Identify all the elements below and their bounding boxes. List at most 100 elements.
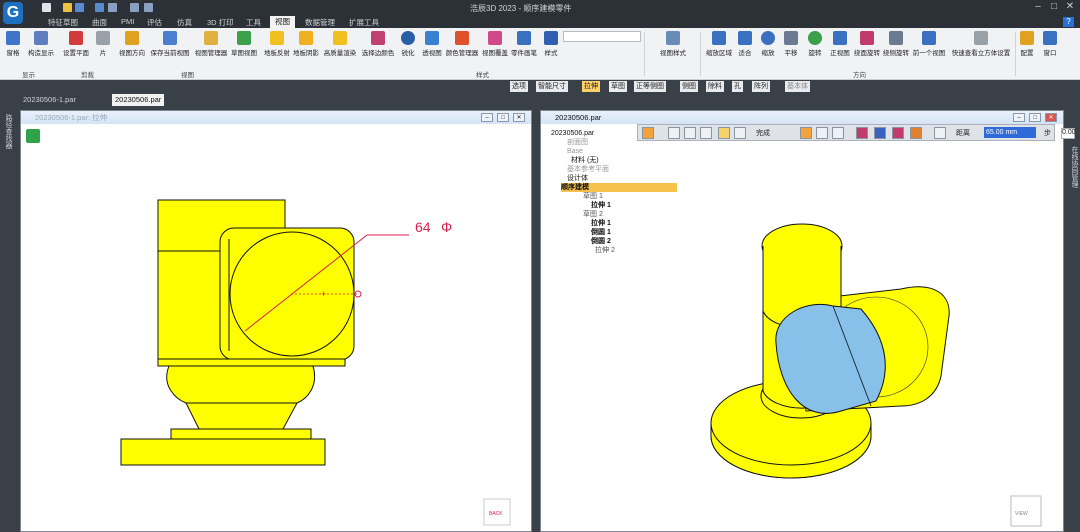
view-orientation-button[interactable]: 视图方向 (118, 31, 146, 57)
command-extrude[interactable]: 拉伸 (582, 81, 600, 92)
save-icon[interactable] (75, 3, 84, 12)
rotate-about-face-label: 绕面旋转 (854, 50, 880, 57)
help-icon[interactable]: ? (1063, 17, 1074, 27)
print-icon[interactable] (108, 3, 117, 12)
ribbon-separator (1015, 32, 1016, 76)
app-window: G 浩辰3D 2023 - 顺序建模零件 – □ ✕ 特征草图 曲面 PMI 评… (0, 0, 1080, 532)
tab-simulation[interactable]: 仿真 (177, 17, 192, 28)
tab-pmi[interactable]: PMI (121, 17, 134, 26)
dimension-value[interactable]: 64 (415, 219, 431, 235)
high-quality-render-button[interactable]: 高质量渲染 (322, 31, 358, 57)
fit-button[interactable]: 适合 (736, 31, 754, 57)
view-override-button[interactable]: 视图覆盖 (481, 31, 509, 57)
tab-3d-print[interactable]: 3D 打印 (207, 17, 234, 28)
tab-tools[interactable]: 工具 (246, 17, 261, 28)
doc-tab-20230506[interactable]: 20230506.par (112, 94, 165, 106)
undo-icon[interactable] (130, 3, 139, 12)
ribbon-separator (700, 32, 701, 76)
rotate-about-side-label: 绕侧旋转 (883, 50, 909, 57)
command-cut[interactable]: 除料 (706, 81, 724, 92)
view-manager-button[interactable]: 视图管理器 (194, 31, 228, 57)
zoom-button[interactable]: 缩放 (759, 31, 777, 57)
view-style-button[interactable]: 视图样式 (656, 31, 690, 57)
view-manager-icon (204, 31, 218, 45)
redo-icon[interactable] (144, 3, 153, 12)
perspective-button[interactable]: 透视图 (420, 31, 444, 57)
isometric-view-drawing[interactable]: VIEW (541, 111, 1065, 532)
group-label-orientation: 方向 (853, 72, 866, 79)
command-primitive[interactable]: 基本体 (785, 81, 810, 92)
diameter-symbol: Φ (441, 219, 452, 235)
view-override-label: 视图覆盖 (482, 50, 508, 57)
floor-reflection-label: 地板反射 (264, 50, 290, 57)
right-document-window[interactable]: 20230506.par – □ ✕ 完成 距离 65.00 mm 步 0.00 (540, 110, 1076, 532)
construction-display-button[interactable]: 构造显示 (25, 31, 57, 57)
left-document-window[interactable]: 20230506-1.par: 拉伸 – □ ✕ + 64 Φ BACK (20, 110, 532, 532)
command-smart-dimension[interactable]: 智能尺寸 (536, 81, 568, 92)
view-cube-settings-button[interactable]: 快速查看立方体设置 (948, 31, 1014, 57)
save-as-icon[interactable] (95, 3, 104, 12)
sketch-view-button[interactable]: 草图视图 (229, 31, 259, 57)
maximize-icon[interactable]: □ (1048, 1, 1060, 13)
new-file-icon[interactable] (42, 3, 51, 12)
sheet-icon (96, 31, 110, 45)
close-icon[interactable]: ✕ (1064, 1, 1076, 13)
window-button[interactable]: 窗口 (1041, 31, 1059, 57)
part-painter-button[interactable]: 零件画笔 (510, 31, 538, 57)
rotate-about-side-button[interactable]: 绕侧旋转 (882, 31, 910, 57)
command-side-view[interactable]: 侧图 (680, 81, 698, 92)
tab-feature-sketch[interactable]: 特征草图 (48, 17, 78, 28)
previous-view-button[interactable]: 前一个视图 (912, 31, 946, 57)
tab-surface[interactable]: 曲面 (92, 17, 107, 28)
sharpen-button[interactable]: 锐化 (398, 31, 418, 57)
tab-extended-tools[interactable]: 扩展工具 (349, 17, 379, 28)
front-view-icon (833, 31, 847, 45)
front-view-drawing[interactable]: + 64 Φ BACK (21, 111, 533, 532)
command-pattern[interactable]: 阵列 (752, 81, 770, 92)
set-plane-button[interactable]: 设置平面 (60, 31, 92, 57)
pane-button[interactable]: 窗格 (2, 31, 24, 57)
zoom-area-icon (712, 31, 726, 45)
style-button[interactable]: 样式 (541, 31, 561, 57)
front-view-button[interactable]: 正视图 (828, 31, 852, 57)
tab-view[interactable]: 视图 (270, 16, 295, 28)
configuration-button[interactable]: 配置 (1018, 31, 1036, 57)
save-view-label: 保存当前视图 (150, 50, 190, 57)
color-manager-button[interactable]: 颜色管理器 (445, 31, 479, 57)
command-hole[interactable]: 孔 (732, 81, 743, 92)
fit-icon (738, 31, 752, 45)
sharpen-label: 锐化 (401, 50, 415, 57)
sheet-button[interactable]: 片 (94, 31, 112, 57)
pan-button[interactable]: 平移 (782, 31, 800, 57)
online-collab-tab[interactable]: 在线协同管理 (1069, 146, 1079, 188)
rotate-button[interactable]: 旋转 (806, 31, 824, 57)
zoom-area-button[interactable]: 缩放区域 (705, 31, 733, 57)
set-plane-icon (69, 31, 83, 45)
color-manager-label: 颜色管理器 (445, 50, 479, 57)
tab-evaluate[interactable]: 评估 (147, 17, 162, 28)
base-flange (120, 438, 326, 466)
ribbon-panel: 窗格 构造显示 设置平面 片 视图方向 保存当前视图 视图管理器 草图视图 地板… (0, 28, 1080, 80)
view-style-label: 视图样式 (660, 50, 686, 57)
save-view-button[interactable]: 保存当前视图 (148, 31, 192, 57)
view-manager-label: 视图管理器 (194, 50, 228, 57)
command-options[interactable]: 选项 (510, 81, 528, 92)
edge-color-button[interactable]: 选择边颜色 (360, 31, 396, 57)
command-sketch[interactable]: 草图 (609, 81, 627, 92)
app-logo-icon[interactable]: G (3, 2, 23, 24)
doc-tab-20230506-1[interactable]: 20230506-1.par (20, 94, 79, 106)
edge-color-label: 选择边颜色 (361, 50, 395, 57)
view-cube-settings-icon (974, 31, 988, 45)
style-dropdown[interactable] (563, 31, 641, 42)
floor-shadow-button[interactable]: 地板阴影 (292, 31, 320, 57)
rotate-about-face-icon (860, 31, 874, 45)
floor-reflection-button[interactable]: 地板反射 (263, 31, 291, 57)
command-isometric[interactable]: 正等侧图 (634, 81, 666, 92)
tab-data-management[interactable]: 数据管理 (305, 17, 335, 28)
minimize-icon[interactable]: – (1032, 1, 1044, 13)
rotate-about-face-button[interactable]: 绕面旋转 (853, 31, 881, 57)
pathfinder-tab[interactable]: 路径查找器 (3, 114, 13, 149)
open-folder-icon[interactable] (63, 3, 72, 12)
set-plane-label: 设置平面 (63, 50, 89, 57)
taper-section (185, 402, 298, 430)
